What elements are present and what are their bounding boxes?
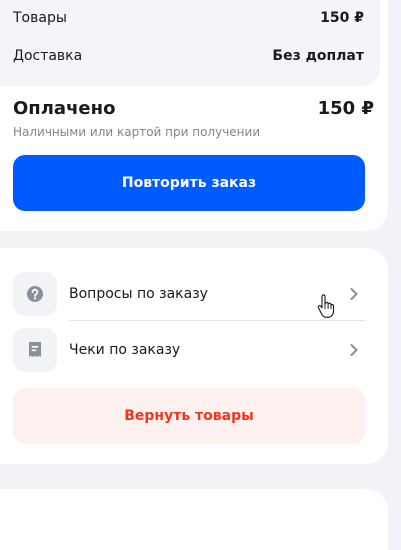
divider (69, 320, 365, 321)
goods-value: 150 ₽ (320, 10, 364, 26)
order-actions-card: Вопросы по заказу Чеки по заказу Вернуть… (0, 248, 388, 464)
payment-method: Наличными или картой при получении (13, 125, 261, 139)
return-goods-button[interactable]: Вернуть товары (13, 388, 365, 444)
paid-amount: 150 ₽ (317, 98, 374, 119)
menu-item-questions-label: Вопросы по заказу (69, 286, 208, 302)
menu-item-questions[interactable]: Вопросы по заказу (13, 270, 365, 318)
menu-item-receipts-label: Чеки по заказу (69, 342, 181, 358)
chevron-right-icon (347, 343, 361, 357)
delivery-label: Доставка (13, 48, 83, 64)
order-summary-card: Товары 150 ₽ Доставка Без доплат Оплачен… (0, 0, 388, 231)
paid-status: Оплачено (13, 98, 116, 119)
delivery-value: Без доплат (272, 48, 364, 64)
empty-card (0, 489, 388, 550)
chevron-right-icon (347, 287, 361, 301)
receipt-icon (13, 328, 57, 372)
repeat-order-button[interactable]: Повторить заказ (13, 155, 365, 211)
paid-row: Оплачено 150 ₽ (13, 98, 374, 119)
goods-label: Товары (13, 10, 67, 26)
hand-cursor-icon (317, 294, 335, 318)
menu-item-receipts[interactable]: Чеки по заказу (13, 326, 365, 374)
price-breakdown: Товары 150 ₽ Доставка Без доплат (0, 0, 380, 86)
goods-row: Товары 150 ₽ (13, 10, 364, 26)
delivery-row: Доставка Без доплат (13, 48, 364, 64)
question-icon (13, 272, 57, 316)
